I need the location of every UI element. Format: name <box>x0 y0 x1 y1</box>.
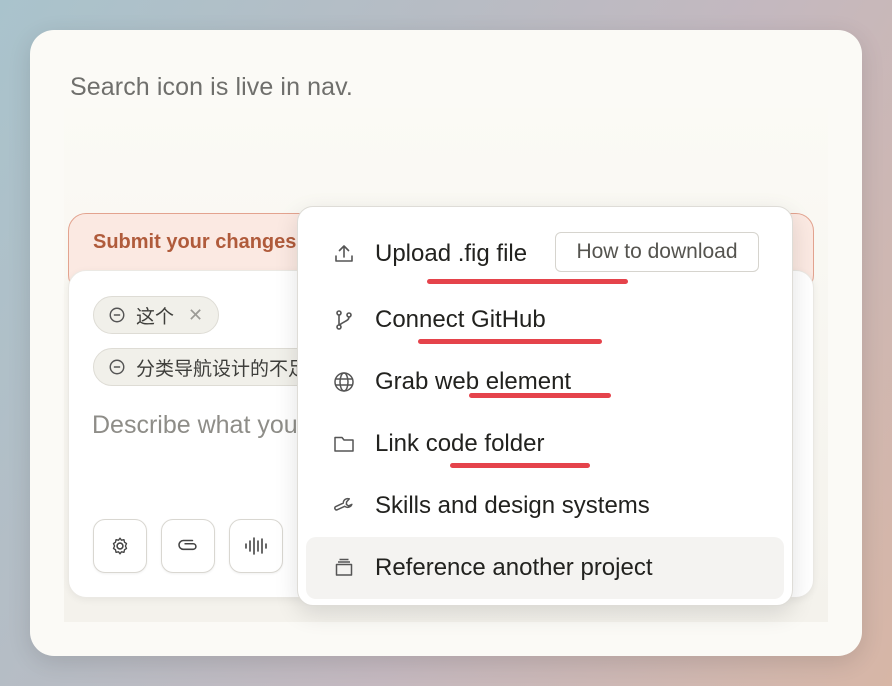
annotation-underline <box>427 279 628 284</box>
upload-icon <box>335 245 353 262</box>
folder-icon <box>334 436 354 452</box>
assistant-message: Search icon is live in nav. <box>70 73 353 101</box>
submit-banner-label: Submit your changes <box>93 231 297 253</box>
attach-button[interactable] <box>161 519 215 573</box>
menu-item-label: Skills and design systems <box>375 492 650 519</box>
git-branch-icon <box>336 310 352 330</box>
menu-item-label: Grab web element <box>375 368 572 395</box>
chip-label: 这个 <box>136 305 175 328</box>
wrench-icon <box>334 497 353 511</box>
annotation-underline <box>469 393 611 398</box>
stack-icon <box>335 558 353 576</box>
settings-button[interactable] <box>93 519 147 573</box>
menu-item-label: Reference another project <box>375 554 653 581</box>
annotation-underline <box>418 339 602 344</box>
waveform-icon <box>245 537 267 555</box>
chip-label: 分类导航设计的不足 <box>136 357 308 380</box>
gear-icon <box>112 537 128 555</box>
menu-item-reference-project[interactable]: Reference another project <box>306 537 784 599</box>
close-icon[interactable]: ✕ <box>188 305 203 326</box>
menu-item-label: Link code folder <box>375 430 545 457</box>
annotation-underline <box>450 463 590 468</box>
context-chip[interactable]: 这个 ✕ <box>93 296 219 334</box>
globe-icon <box>334 372 354 392</box>
comment-icon <box>109 359 125 375</box>
voice-button[interactable] <box>229 519 283 573</box>
comment-icon <box>109 307 125 323</box>
menu-item-grab-web-element[interactable]: Grab web element <box>306 351 784 413</box>
how-to-download-button[interactable]: How to download <box>555 232 759 272</box>
menu-item-skills-design-systems[interactable]: Skills and design systems <box>306 475 784 537</box>
menu-item-label: Connect GitHub <box>375 306 546 333</box>
paperclip-icon <box>178 539 197 551</box>
menu-item-label: Upload .fig file <box>375 240 528 267</box>
